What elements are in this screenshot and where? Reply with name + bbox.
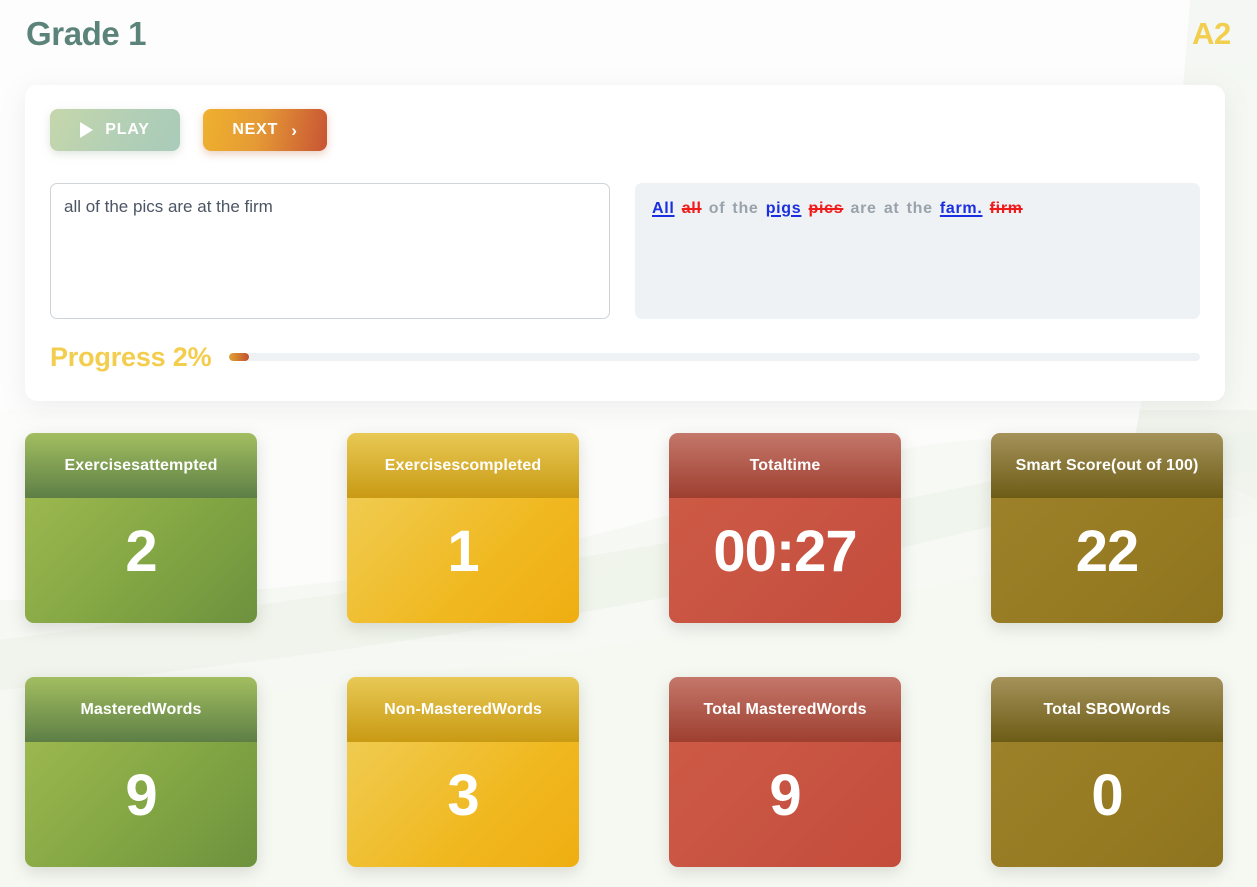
page-title: Grade 1 <box>26 15 147 52</box>
stat-card-title: Smart Score (out of 100) <box>991 433 1223 498</box>
chevron-right-icon: › <box>291 120 298 140</box>
stat-card-title: Total Mastered Words <box>669 677 901 742</box>
stat-card: Exercises attempted 2 <box>25 433 257 623</box>
stat-card-row-secondary: Mastered Words 9 Non-Mastered Words 3 Total Ma… <box>25 677 1225 867</box>
stat-card-value: 3 <box>347 742 579 867</box>
progress-bar-track[interactable] <box>229 353 1200 361</box>
correction-token-same: the <box>732 200 759 217</box>
exercise-panel: PLAY NEXT › All all of the pigs pics are… <box>25 85 1225 401</box>
next-button-label: NEXT <box>232 121 279 138</box>
stat-card: Smart Score (out of 100) 22 <box>991 433 1223 623</box>
stat-card-row-primary: Exercises attempted 2 Exercises completed 1 To… <box>25 433 1225 623</box>
progress-label: Progress 2% <box>50 341 212 372</box>
answer-input[interactable] <box>50 183 610 319</box>
stat-card: Exercises completed 1 <box>347 433 579 623</box>
correction-panel: All all of the pigs pics are at the farm… <box>635 183 1200 319</box>
stat-card: Total time 00:27 <box>669 433 901 623</box>
correction-token-same: of <box>708 200 726 217</box>
correction-token-insert: pigs <box>765 200 802 217</box>
correction-token-delete: all <box>681 200 702 217</box>
play-button-label: PLAY <box>105 121 150 138</box>
stat-card-value: 1 <box>347 498 579 623</box>
progress-bar-fill <box>229 353 249 361</box>
stat-card-title: Exercises attempted <box>25 433 257 498</box>
stat-card-value: 00:27 <box>669 498 901 623</box>
level-badge: A2 <box>1191 16 1231 51</box>
next-button[interactable]: NEXT › <box>203 109 327 151</box>
stat-card: Non-Mastered Words 3 <box>347 677 579 867</box>
stat-card: Total SBO Words 0 <box>991 677 1223 867</box>
stat-card: Total Mastered Words 9 <box>669 677 901 867</box>
correction-token-delete: pics <box>808 200 844 217</box>
stat-card-title: Total SBO Words <box>991 677 1223 742</box>
correction-token-delete: firm <box>989 200 1023 217</box>
play-triangle-icon <box>80 122 94 138</box>
stat-card-title: Mastered Words <box>25 677 257 742</box>
stat-card-title: Exercises completed <box>347 433 579 498</box>
correction-token-same: the <box>906 200 933 217</box>
stat-card-value: 22 <box>991 498 1223 623</box>
stat-card-title: Non-Mastered Words <box>347 677 579 742</box>
action-button-row: PLAY NEXT › <box>50 109 327 151</box>
stat-card-title: Total time <box>669 433 901 498</box>
correction-token-same: are <box>850 200 877 217</box>
play-button[interactable]: PLAY <box>50 109 180 151</box>
correction-token-insert: All <box>652 200 675 217</box>
correction-token-same: at <box>883 200 900 217</box>
correction-diff-text: All all of the pigs pics are at the farm… <box>652 197 1183 221</box>
correction-token-insert: farm. <box>939 200 983 217</box>
stat-card-value: 2 <box>25 498 257 623</box>
progress-row: Progress 2% <box>50 337 1200 377</box>
page-header: Grade 1 A2 <box>0 0 1257 68</box>
stat-card-value: 9 <box>669 742 901 867</box>
stat-card-value: 0 <box>991 742 1223 867</box>
stat-card: Mastered Words 9 <box>25 677 257 867</box>
stat-card-value: 9 <box>25 742 257 867</box>
